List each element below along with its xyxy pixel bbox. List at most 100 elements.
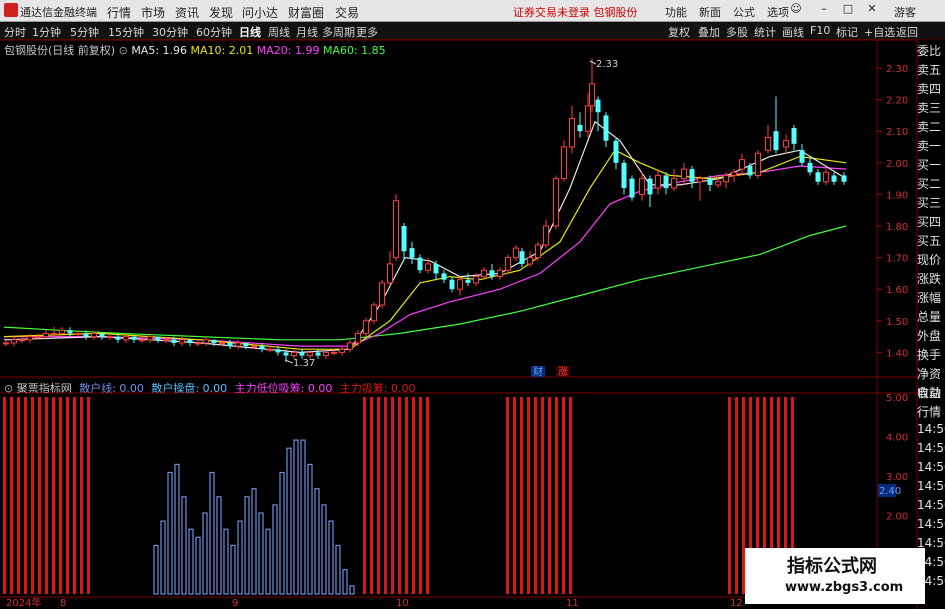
ind-blue-bar — [195, 536, 201, 595]
ind-red-bar — [52, 397, 55, 594]
price-tick-label: 1.40 — [886, 348, 908, 359]
ind-red-bar — [506, 397, 509, 594]
candle-body-up — [291, 351, 297, 357]
ind-red-bar — [3, 397, 6, 594]
side-item: 涨幅 — [917, 291, 942, 305]
ind-blue-bar — [230, 544, 236, 595]
ind-blue-bar — [300, 439, 306, 595]
candle-body-down — [577, 124, 583, 132]
side-item: 买一 — [917, 158, 942, 172]
candle-body-up — [35, 336, 41, 339]
ind-blue-bar — [237, 520, 243, 595]
candle-body-up — [731, 171, 737, 176]
candle-body-down — [449, 279, 455, 290]
side-lower-item: 14:50 — [917, 441, 945, 455]
candle-body-down — [663, 175, 669, 189]
side-item: 净资 — [917, 367, 942, 381]
ind-red-bar — [363, 397, 366, 594]
candle-body-down — [747, 165, 753, 176]
candle-body-down — [815, 172, 821, 182]
ind-blue-bar — [251, 488, 257, 595]
candle-body-up — [331, 351, 337, 354]
side-lower-item: 14:50 — [917, 460, 945, 474]
side-item: 买四 — [917, 215, 942, 229]
watermark-url: www.zbgs3.com — [785, 580, 904, 595]
candle-body-up — [379, 282, 385, 306]
ind-blue-bar — [188, 528, 194, 595]
candle-body-up — [473, 276, 479, 284]
ind-red-bar — [24, 397, 27, 594]
side-item: 涨跌 — [917, 272, 942, 286]
ind-red-bar — [569, 397, 572, 594]
candle-body-down — [773, 131, 779, 151]
ind-red-bar — [66, 397, 69, 594]
ind-tick-label: 2.00 — [886, 512, 908, 523]
ind-blue-bar — [293, 439, 299, 595]
candle-body-up — [363, 320, 369, 334]
quote-side-panel: 委比 卖五 卖四 卖三 卖二 卖一 买一 买二 买三 买四 买五 现价 涨跌 涨幅 总量 外盘 换手 净资 收益 — [917, 42, 945, 403]
ind-blue-bar — [349, 585, 355, 595]
kline-chart[interactable]: 2.30 2.20 2.10 2.00 1.90 1.80 1.70 1.60 1.50 1.40… — [0, 0, 945, 609]
candle-body-down — [83, 333, 89, 337]
rise-marker-label: 涨 — [558, 366, 568, 378]
candle-body-up — [195, 342, 201, 345]
low-annotation: 1.37 — [293, 358, 315, 369]
candle-body-up — [347, 342, 353, 350]
candle-body-down — [595, 99, 601, 113]
side-item: 卖五 — [917, 63, 942, 77]
candle-body-up — [527, 257, 533, 265]
finance-marker-label: 财 — [533, 365, 543, 378]
side-item: 外盘 — [917, 329, 942, 343]
candle-body-up — [561, 146, 567, 180]
x-axis-label: 9 — [232, 598, 238, 609]
ind-blue-bar — [258, 512, 264, 595]
candle-body-up — [697, 178, 703, 183]
candle-body-down — [707, 178, 713, 185]
candle-body-up — [19, 339, 25, 342]
candle-body-up — [267, 348, 273, 351]
ind-red-bar — [31, 397, 34, 594]
price-tick-label: 2.30 — [886, 64, 908, 75]
ind-red-bar — [377, 397, 380, 594]
ind-red-bar — [541, 397, 544, 594]
side-lower-item: 14:50 — [917, 517, 945, 531]
ind-red-bar — [398, 397, 401, 594]
candle-body-down — [171, 339, 177, 343]
side-item: 总量 — [917, 310, 942, 324]
candle-body-up — [3, 342, 9, 345]
side-item: 买五 — [917, 234, 942, 248]
candle-body-up — [457, 279, 463, 290]
candle-body-up — [339, 348, 345, 353]
side-lower-item: 14:50 — [917, 422, 945, 436]
candle-body-down — [417, 257, 423, 271]
candle-body-up — [543, 225, 549, 246]
candle-body-up — [481, 269, 487, 278]
candle-body-up — [91, 332, 97, 338]
candle-body-up — [723, 174, 729, 183]
candle-body-up — [715, 181, 721, 186]
ind-blue-bar — [244, 496, 250, 595]
ind-tick-label: 4.00 — [886, 433, 908, 444]
ind-red-bar — [728, 397, 731, 594]
side-item: 委比 — [917, 44, 942, 58]
candle-body-down — [409, 248, 415, 258]
candle-body-up — [11, 339, 17, 344]
ma20-line — [4, 165, 847, 347]
candle-body-up — [823, 171, 829, 183]
ind-red-bar — [45, 397, 48, 594]
high-annotation: 2.33 — [596, 59, 618, 70]
candle-body-up — [219, 342, 225, 345]
ind-red-bar — [412, 397, 415, 594]
candle-body-down — [99, 333, 105, 337]
ind-red-bar — [384, 397, 387, 594]
x-axis-label: 10 — [396, 598, 409, 609]
ind-blue-bar — [279, 471, 285, 595]
candle-body-up — [371, 304, 377, 322]
candle-body-down — [465, 279, 471, 283]
candle-body-up — [553, 178, 559, 227]
candle-body-up — [755, 152, 761, 176]
candle-body-up — [505, 257, 511, 271]
price-tick-label: 2.00 — [886, 159, 908, 170]
ind-blue-bar — [174, 463, 180, 595]
ind-blue-bar — [286, 447, 292, 595]
